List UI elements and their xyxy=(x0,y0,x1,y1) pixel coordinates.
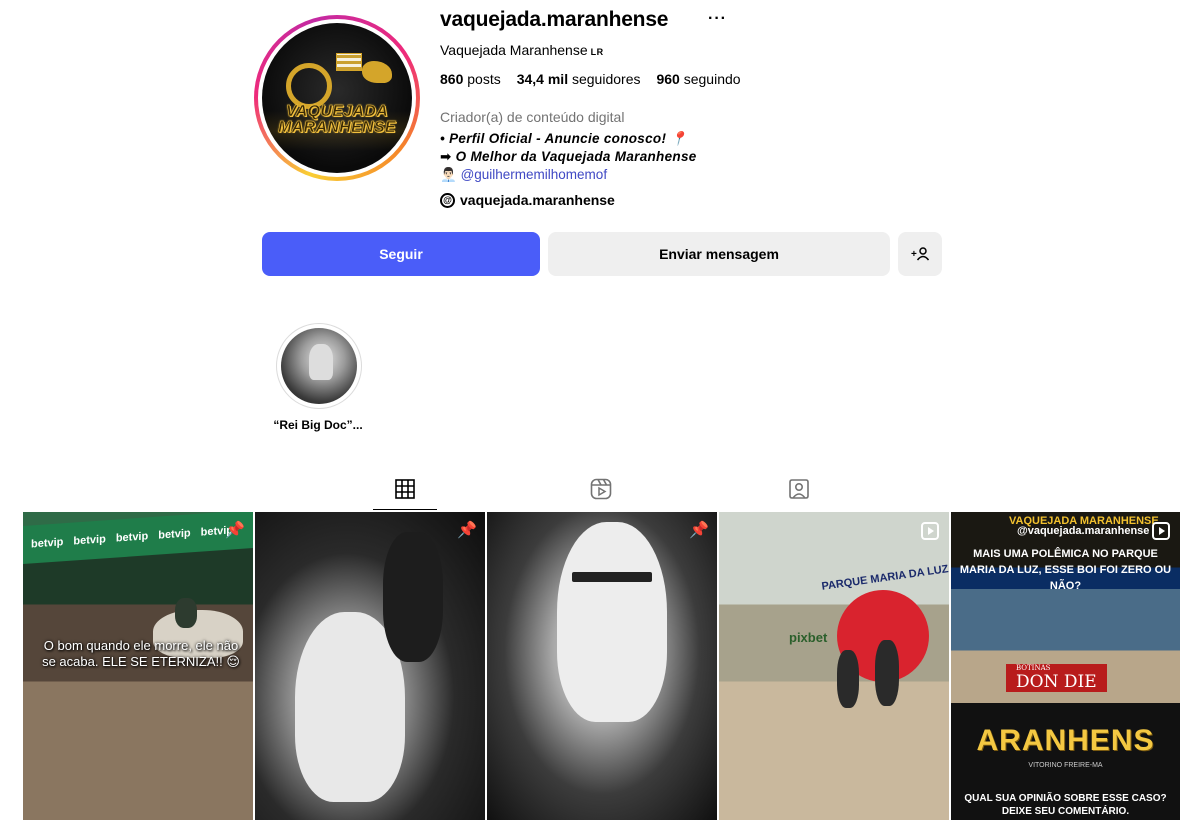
following-label: seguindo xyxy=(683,71,741,87)
rider-shape xyxy=(175,598,197,628)
tab-posts[interactable] xyxy=(392,476,418,502)
reel-icon xyxy=(1152,522,1170,540)
following-stat[interactable]: 960 seguindo xyxy=(656,71,740,87)
tab-reels[interactable] xyxy=(588,476,614,502)
active-tab-indicator xyxy=(373,509,437,510)
sponsor-text: betvip xyxy=(31,536,64,551)
post-tile-1[interactable]: betvip betvip betvip betvip betvip O bom… xyxy=(23,512,253,820)
full-name-text: Vaquejada Maranhense xyxy=(440,42,588,58)
post-tile-5[interactable]: VAQUEJADA MARANHENSE @vaquejada.maranhen… xyxy=(951,512,1180,820)
logo-flag xyxy=(336,53,362,71)
tab-tagged[interactable] xyxy=(786,476,812,502)
sponsor-text: betvip xyxy=(158,527,191,542)
bio-mention-link[interactable]: @guilhermemilhomemof xyxy=(461,167,608,182)
post-tile-2[interactable]: 📌 xyxy=(255,512,485,820)
person-emoji-icon: 👨🏻‍💼 xyxy=(440,167,461,182)
tagged-icon xyxy=(789,479,809,499)
avatar-logo-image: VAQUEJADA MARANHENSE xyxy=(262,23,412,173)
sponsor-text: pixbet xyxy=(789,630,828,645)
reels-icon xyxy=(590,478,612,500)
threads-handle: vaquejada.maranhense xyxy=(460,192,615,208)
threads-link[interactable]: @ vaquejada.maranhense xyxy=(440,192,615,208)
post-tile-3[interactable]: 📌 xyxy=(487,512,717,820)
story-highlight[interactable] xyxy=(276,323,362,409)
post-handle-text: @vaquejada.maranhense xyxy=(1017,525,1150,537)
bio-line-1: • Perfil Oficial - Anuncie conosco! 📍 xyxy=(440,131,688,146)
post-big-text: ARANHENS xyxy=(976,724,1155,757)
logo-text-line1: VAQUEJADA xyxy=(286,103,388,120)
more-options-icon[interactable]: ··· xyxy=(708,10,727,28)
pin-icon: 📌 xyxy=(457,522,477,539)
highlight-label[interactable]: “Rei Big Doc”... xyxy=(268,418,368,432)
rider-shape xyxy=(837,650,859,708)
pin-icon: 📌 xyxy=(225,522,245,539)
svg-text:+: + xyxy=(911,249,917,260)
arena-sponsor-banner: betvip betvip betvip betvip betvip xyxy=(23,512,253,565)
logo-text: VAQUEJADA MARANHENSE xyxy=(278,103,396,136)
followers-label: seguidores xyxy=(571,71,641,87)
followers-stat[interactable]: 34,4 mil seguidores xyxy=(517,71,641,87)
following-count: 960 xyxy=(656,71,680,87)
bridle-shape xyxy=(572,572,652,582)
threads-icon: @ xyxy=(440,192,455,208)
profile-bio: • Perfil Oficial - Anuncie conosco! 📍 ➡ … xyxy=(440,130,697,184)
post-subtitle: VITORINO FREIRE-MA xyxy=(1028,762,1103,769)
post-tile-4[interactable]: PARQUE MARIA DA LUZ pixbet xyxy=(719,512,949,820)
reel-icon xyxy=(921,522,939,540)
highlight-cover-image xyxy=(281,328,357,404)
arena-banner-text: BOTINAS DON DIE xyxy=(1006,664,1107,692)
profile-avatar[interactable]: VAQUEJADA MARANHENSE xyxy=(254,15,420,181)
arena-banner-top: BOTINAS xyxy=(1016,664,1051,672)
person-add-icon: + xyxy=(911,247,929,261)
park-sign-text: PARQUE MARIA DA LUZ xyxy=(820,563,949,593)
logo-text-line2: MARANHENSE xyxy=(278,119,396,136)
profile-stats: 860 posts 34,4 mil seguidores 960 seguin… xyxy=(440,71,741,87)
bio-line-2: ➡ O Melhor da Vaquejada Maranhense xyxy=(440,149,697,164)
rider-shape xyxy=(875,640,899,706)
profile-category: Criador(a) de conteúdo digital xyxy=(440,109,625,125)
post-question-text: MAIS UMA POLÊMICA NO PARQUE MARIA DA LUZ… xyxy=(959,548,1172,592)
profile-full-name: Vaquejada Maranhense LR xyxy=(440,42,604,58)
post-footer-text: QUAL SUA OPINIÃO SOBRE ESSE CASO? DEIXE … xyxy=(964,793,1167,817)
followers-count: 34,4 mil xyxy=(516,71,569,87)
sponsor-text: betvip xyxy=(73,533,106,548)
pin-icon: 📌 xyxy=(689,522,709,539)
profile-username: vaquejada.maranhense xyxy=(440,8,669,31)
post-caption-overlay: O bom quando ele morre, ele não se acaba… xyxy=(42,638,240,669)
sponsor-text: betvip xyxy=(115,530,149,545)
send-message-button[interactable]: Enviar mensagem xyxy=(548,232,890,276)
avatar-border: VAQUEJADA MARANHENSE xyxy=(258,19,416,177)
follow-button[interactable]: Seguir xyxy=(262,232,540,276)
pronoun-badge: LR xyxy=(590,47,604,57)
arena-banner-main: DON DIE xyxy=(1016,672,1097,692)
posts-stat: 860 posts xyxy=(440,71,501,87)
grid-icon xyxy=(395,479,415,499)
suggested-accounts-button[interactable]: + xyxy=(898,232,942,276)
posts-label: posts xyxy=(467,71,501,87)
horse-shape xyxy=(557,522,667,722)
rider-shape xyxy=(383,532,443,662)
bio-mention-row: 👨🏻‍💼 @guilhermemilhomemof xyxy=(440,166,697,184)
posts-count: 860 xyxy=(440,71,464,87)
logo-horse xyxy=(362,61,392,83)
